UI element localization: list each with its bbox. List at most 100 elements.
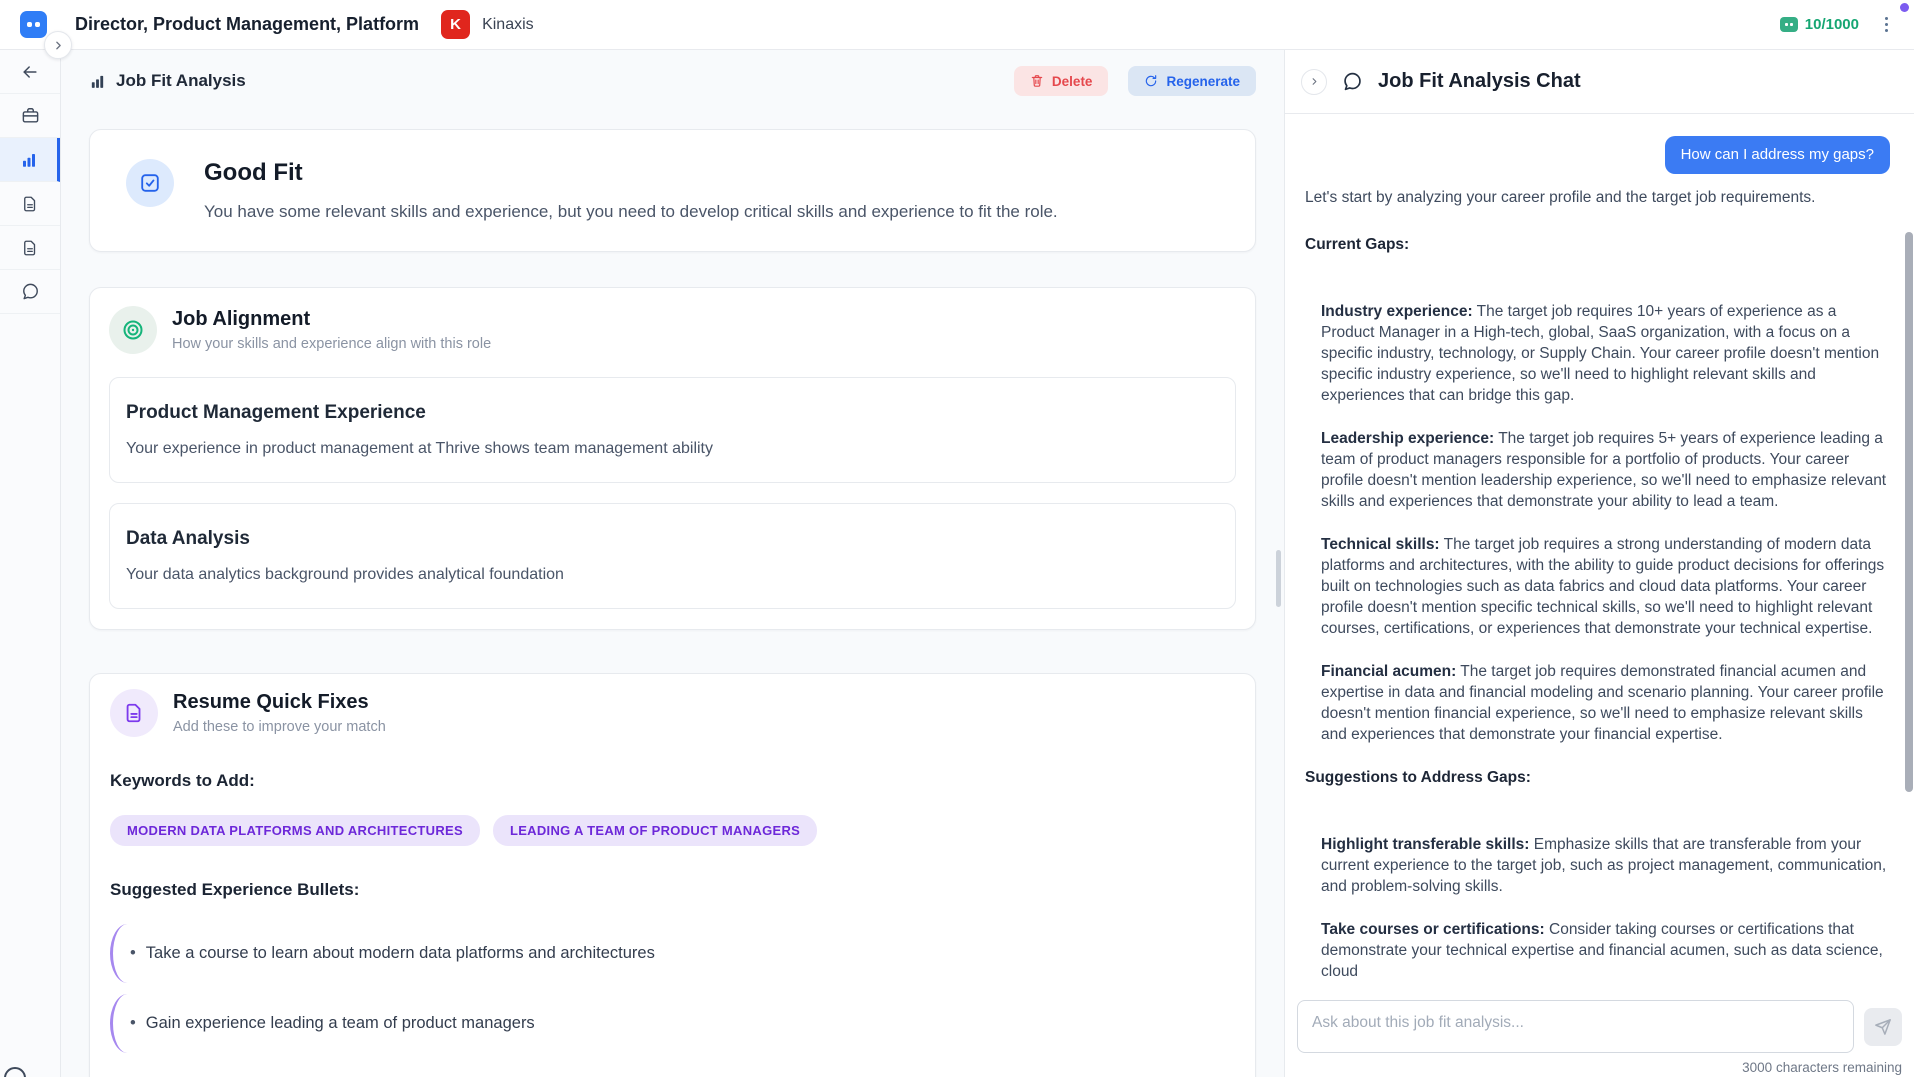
fit-description: You have some relevant skills and experi… (204, 202, 1058, 222)
gaps-list: Industry experience: The target job requ… (1305, 301, 1890, 745)
company-logo-badge: K (441, 10, 470, 39)
resume-quick-fixes-card: Resume Quick Fixes Add these to improve … (89, 673, 1256, 1077)
alignment-item: Data Analysis Your data analytics backgr… (109, 503, 1236, 609)
quick-fixes-header: Resume Quick Fixes Add these to improve … (110, 689, 1235, 737)
suggestion-label: Take courses or certifications: (1321, 921, 1545, 938)
sidebar-item-resume[interactable] (0, 182, 60, 226)
chevron-right-icon (1309, 76, 1320, 87)
chevron-right-icon (52, 39, 65, 52)
alignment-item-title: Data Analysis (126, 528, 1219, 550)
chat-header: Job Fit Analysis Chat (1285, 50, 1914, 114)
suggestion-paragraph: Highlight transferable skills: Emphasize… (1321, 834, 1890, 897)
main-panel: Job Fit Analysis Delete Regenerate Good … (61, 50, 1284, 1077)
topbar-actions: 10/1000 (1780, 13, 1894, 36)
briefcase-icon (21, 106, 40, 125)
alignment-item-title: Product Management Experience (126, 402, 1219, 424)
check-square-icon (126, 159, 174, 207)
keyword-pill[interactable]: LEADING A TEAM OF PRODUCT MANAGERS (493, 815, 817, 846)
alignment-item-description: Your experience in product management at… (126, 440, 1219, 458)
send-button[interactable] (1864, 1008, 1902, 1046)
kebab-menu-icon[interactable] (1879, 13, 1894, 36)
sidebar-item-chat[interactable] (0, 270, 60, 314)
suggested-bullet: • Take a course to learn about modern dat… (110, 924, 1235, 983)
fit-summary-card: Good Fit You have some relevant skills a… (89, 129, 1256, 252)
topbar: Director, Product Management, Platform K… (0, 0, 1914, 50)
alignment-item-description: Your data analytics background provides … (126, 566, 1219, 584)
main-title: Job Fit Analysis (116, 71, 246, 91)
app-window: Director, Product Management, Platform K… (0, 0, 1914, 1077)
sidebar (0, 50, 61, 1077)
delete-button[interactable]: Delete (1014, 66, 1109, 96)
sidebar-item-cover-letter[interactable] (0, 226, 60, 270)
chat-scrollbar-thumb[interactable] (1905, 232, 1913, 792)
suggestions-list: Highlight transferable skills: Emphasize… (1305, 834, 1890, 982)
keyword-pill[interactable]: MODERN DATA PLATFORMS AND ARCHITECTURES (110, 815, 480, 846)
alignment-item: Product Management Experience Your exper… (109, 377, 1236, 483)
credits-value: 10/1000 (1805, 16, 1859, 33)
credits-counter[interactable]: 10/1000 (1780, 16, 1859, 33)
chat-title: Job Fit Analysis Chat (1378, 70, 1581, 93)
bullet-dot: • (130, 1014, 136, 1033)
chat-panel: Job Fit Analysis Chat How can I address … (1284, 50, 1914, 1077)
main-header: Job Fit Analysis Delete Regenerate (61, 50, 1284, 112)
quick-fixes-title: Resume Quick Fixes (173, 691, 386, 714)
alignment-list: Product Management Experience Your exper… (109, 377, 1236, 609)
sidebar-item-jobs[interactable] (0, 94, 60, 138)
gap-label: Financial acumen: (1321, 663, 1456, 680)
page-title: Director, Product Management, Platform (75, 14, 419, 35)
delete-label: Delete (1052, 74, 1093, 89)
sidebar-item-job-fit-analysis[interactable] (0, 138, 60, 182)
main-scrollbar-thumb[interactable] (1276, 550, 1281, 607)
fit-rating: Good Fit (204, 159, 1058, 187)
chat-input-area: 3000 characters remaining (1285, 990, 1914, 1077)
chat-input[interactable] (1297, 1000, 1854, 1053)
gap-paragraph: Financial acumen: The target job require… (1321, 661, 1890, 745)
suggestion-paragraph: Take courses or certifications: Consider… (1321, 919, 1890, 982)
suggested-bullet: • Gain experience leading a team of produ… (110, 994, 1235, 1053)
notification-dot (1900, 3, 1909, 12)
job-alignment-subtitle: How your skills and experience align wit… (172, 336, 491, 352)
chat-bubble-icon (21, 282, 40, 301)
job-alignment-header: Job Alignment How your skills and experi… (109, 306, 1236, 354)
chat-message-area: How can I address my gaps? Let's start b… (1285, 114, 1914, 990)
gap-paragraph: Technical skills: The target job require… (1321, 534, 1890, 639)
regenerate-button[interactable]: Regenerate (1128, 66, 1256, 96)
back-arrow-icon (20, 62, 40, 82)
help-bubble-icon[interactable] (4, 1067, 26, 1077)
app-logo-icon[interactable] (20, 11, 47, 38)
trash-icon (1030, 74, 1044, 88)
chat-collapse-button[interactable] (1301, 69, 1327, 95)
bar-chart-icon (89, 73, 106, 90)
bullet-text: Take a course to learn about modern data… (146, 944, 655, 963)
gap-label: Industry experience: (1321, 303, 1473, 320)
credits-robot-icon (1780, 17, 1798, 32)
keyword-pill-list: MODERN DATA PLATFORMS AND ARCHITECTURES … (110, 815, 1235, 846)
document-icon (21, 195, 39, 213)
chat-bubble-icon (1342, 71, 1363, 92)
refresh-icon (1144, 74, 1158, 88)
bullet-text: Gain experience leading a team of produc… (146, 1014, 535, 1033)
job-alignment-card: Job Alignment How your skills and experi… (89, 287, 1256, 630)
bullet-dot: • (130, 944, 136, 963)
target-icon (109, 306, 157, 354)
sidebar-expand-button[interactable] (44, 31, 72, 59)
regenerate-label: Regenerate (1166, 74, 1240, 89)
main-content: Good Fit You have some relevant skills a… (61, 112, 1284, 1077)
suggestion-label: Highlight transferable skills: (1321, 836, 1529, 853)
quick-fixes-subtitle: Add these to improve your match (173, 719, 386, 735)
document-icon (110, 689, 158, 737)
suggested-bullet-list: • Take a course to learn about modern dat… (110, 924, 1235, 1053)
keywords-label: Keywords to Add: (110, 771, 1235, 791)
assistant-intro: Let's start by analyzing your career pro… (1305, 187, 1890, 208)
bar-chart-icon (20, 151, 38, 169)
gap-label: Leadership experience: (1321, 430, 1494, 447)
user-message-bubble: How can I address my gaps? (1665, 136, 1890, 174)
suggestions-heading: Suggestions to Address Gaps: (1305, 767, 1890, 788)
gaps-heading: Current Gaps: (1305, 234, 1890, 255)
bullets-label: Suggested Experience Bullets: (110, 880, 1235, 900)
gap-label: Technical skills: (1321, 536, 1440, 553)
document-icon (21, 239, 39, 257)
paper-plane-icon (1874, 1018, 1892, 1036)
gap-paragraph: Industry experience: The target job requ… (1321, 301, 1890, 406)
character-counter: 3000 characters remaining (1297, 1060, 1902, 1075)
